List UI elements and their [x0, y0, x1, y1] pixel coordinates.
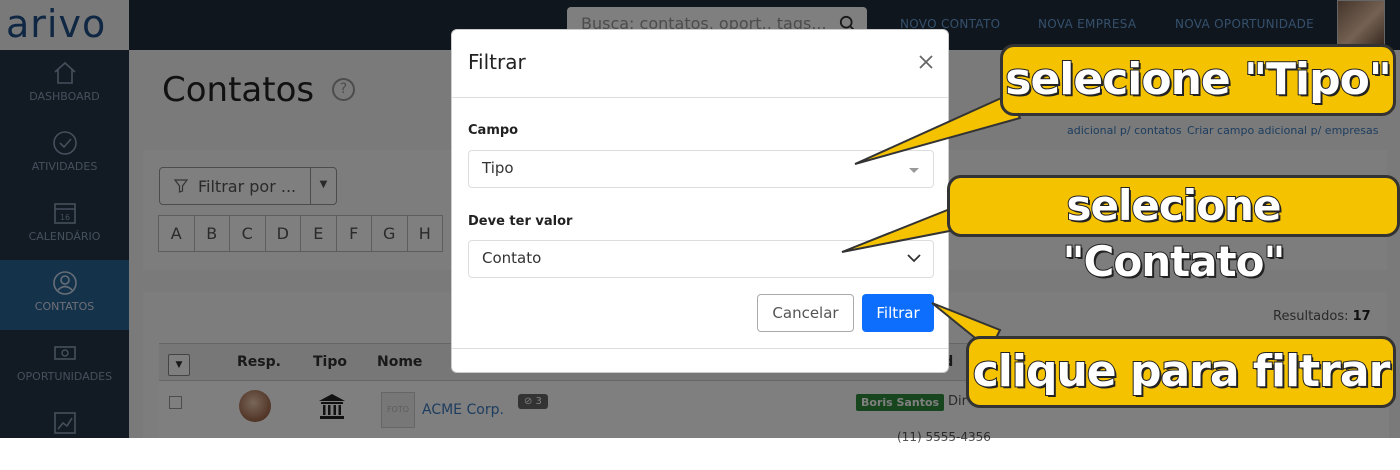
cancel-button[interactable]: Cancelar [757, 294, 854, 332]
chevron-down-icon [907, 254, 921, 263]
field-select[interactable]: Tipo [468, 150, 934, 188]
filter-submit-button[interactable]: Filtrar [862, 294, 934, 332]
callout-click-filter: clique para filtrar [966, 336, 1396, 408]
modal-header: Filtrar [452, 30, 948, 98]
value-select-value: Contato [482, 249, 542, 267]
callout-select-type: selecione "Tipo" [1000, 44, 1396, 116]
caret-down-icon [909, 168, 919, 173]
callout-select-contact: selecione "Contato" [947, 175, 1400, 287]
field-label: Campo [468, 123, 519, 138]
modal-footer-divider [452, 348, 948, 349]
value-select[interactable]: Contato [468, 240, 934, 278]
modal-title: Filtrar [468, 50, 526, 74]
filter-modal: Filtrar Campo Tipo Deve ter valor Contat… [451, 29, 949, 373]
close-icon[interactable] [918, 54, 934, 70]
field-select-value: Tipo [482, 159, 514, 177]
value-label: Deve ter valor [468, 214, 573, 229]
